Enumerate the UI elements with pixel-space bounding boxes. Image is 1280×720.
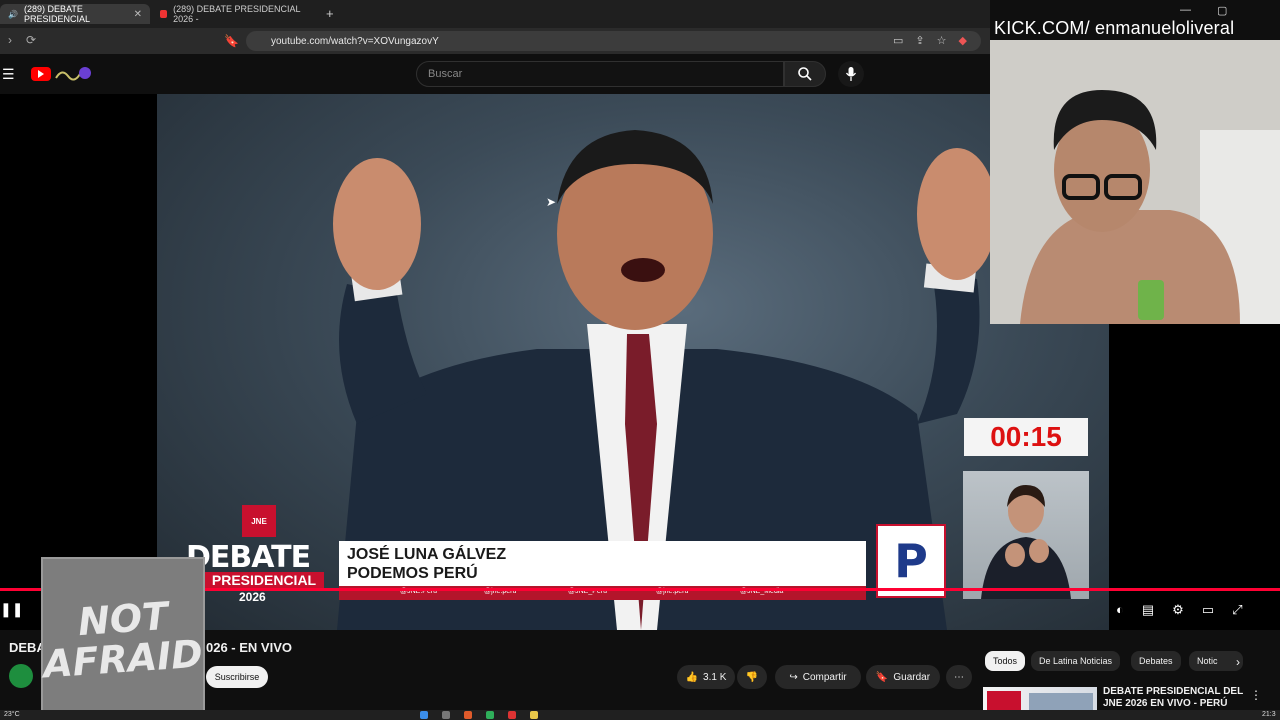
jne-logo: JNE — [242, 505, 276, 537]
share-icon[interactable]: ⇪ — [915, 34, 924, 47]
chip-noticias[interactable]: Notic — [1189, 651, 1243, 671]
sticker-line-2: AFRAID — [41, 630, 205, 687]
app-icon[interactable] — [486, 711, 494, 719]
player-controls-right: ◐ ▤ ⚙ ▭ ⤢ — [1116, 602, 1243, 618]
speaker-icon: 🔊 — [8, 9, 18, 19]
interpreter-figure — [981, 485, 1071, 599]
suggested-video-title[interactable]: DEBATE PRESIDENCIAL DEL JNE 2026 EN VIVO… — [1103, 686, 1253, 710]
party-logo: P — [876, 524, 946, 598]
window-controls: — ▢ — [1180, 4, 1227, 17]
kick-channel-label: KICK.COM/ enmanueloliveral — [994, 18, 1235, 38]
weather-widget[interactable]: 23°C — [4, 711, 20, 718]
chip-latina-noticias[interactable]: De Latina Noticias — [1031, 651, 1121, 671]
save-button[interactable]: 🔖 Guardar — [866, 665, 940, 689]
maximize-icon[interactable]: ▢ — [1217, 4, 1227, 17]
thumbs-up-icon: 👍 — [685, 671, 699, 683]
streamer-webcam — [990, 40, 1280, 324]
share-label: Compartir — [802, 671, 847, 683]
pause-button[interactable]: ❚❚ — [0, 601, 23, 618]
settings-gear-icon[interactable]: ⚙ — [1172, 602, 1184, 618]
channel-avatar[interactable] — [9, 664, 33, 688]
video-title-end: 026 - EN VIVO — [206, 640, 292, 655]
bookmark-icon[interactable]: 🔖 — [224, 34, 239, 48]
subscribe-button[interactable]: Suscribirse — [206, 666, 268, 688]
debate-timer: 00:15 — [964, 418, 1088, 456]
share-arrow-icon: ↪ — [789, 671, 798, 683]
mouse-cursor-icon: ➤ — [546, 195, 557, 209]
save-label: Guardar — [893, 671, 931, 683]
taskbar-apps — [420, 711, 538, 719]
voice-search-button[interactable] — [838, 61, 864, 87]
not-afraid-sticker: NOT AFRAID — [41, 557, 205, 720]
youtube-favicon-icon — [160, 10, 168, 18]
share-button[interactable]: ↪ Compartir — [775, 665, 861, 689]
star-icon[interactable]: ☆ — [937, 34, 947, 47]
subtitles-icon[interactable]: ▤ — [1142, 602, 1154, 618]
search-input[interactable]: Buscar — [416, 61, 784, 87]
search-placeholder: Buscar — [428, 68, 463, 80]
more-vertical-icon[interactable]: ⋮ — [1250, 688, 1262, 702]
sign-language-interpreter — [963, 471, 1089, 599]
os-taskbar — [0, 710, 1280, 720]
bookmark-icon: 🔖 — [875, 671, 889, 683]
browser-tab[interactable]: (289) DEBATE PRESIDENCIAL 2026 - — [152, 4, 320, 24]
close-tab-icon[interactable]: ✕ — [134, 9, 142, 20]
folder-icon[interactable] — [530, 711, 538, 719]
url-text: youtube.com/watch?v=XOVungazovY — [271, 35, 439, 47]
like-count: 3.1 K — [703, 671, 727, 683]
youtube-doodle-icon[interactable] — [54, 64, 94, 84]
browser-tab-active[interactable]: 🔊 (289) DEBATE PRESIDENCIAL ✕ — [0, 4, 150, 24]
windows-start-icon[interactable] — [420, 711, 428, 719]
party-logo-letter: P — [894, 534, 928, 588]
autoplay-toggle-icon[interactable]: ◐ — [1116, 602, 1124, 618]
chip-todos[interactable]: Todos — [985, 651, 1026, 671]
url-field[interactable]: youtube.com/watch?v=XOVungazovY — [246, 31, 981, 51]
candidate-name: JOSÉ LUNA GÁLVEZ — [347, 546, 507, 563]
dislike-button[interactable]: 👎 — [737, 665, 767, 689]
tab-label: (289) DEBATE PRESIDENCIAL — [23, 4, 90, 24]
menu-icon[interactable]: ☰ — [2, 66, 15, 83]
program-logo-subtitle: PRESIDENCIAL — [204, 572, 324, 589]
new-tab-button[interactable]: + — [326, 6, 334, 21]
tab-label: (289) DEBATE PRESIDENCIAL 2026 - — [173, 4, 301, 24]
more-icon: ⋯ — [954, 671, 964, 683]
theater-mode-icon[interactable]: ▭ — [1202, 602, 1214, 618]
cast-icon[interactable]: ▭ — [893, 34, 903, 47]
microphone-icon — [845, 67, 857, 81]
app-icon[interactable] — [464, 711, 472, 719]
url-toolbar-icons: ▭ ⇪ ☆ ◆ — [893, 34, 967, 47]
program-logo-year: 2026 — [239, 590, 266, 604]
search-icon — [798, 67, 812, 81]
app-icon[interactable] — [508, 711, 516, 719]
streamer-figure — [990, 40, 1280, 324]
fullscreen-icon[interactable]: ⤢ — [1232, 602, 1242, 618]
minimize-icon[interactable]: — — [1180, 4, 1191, 17]
more-actions-button[interactable]: ⋯ — [946, 665, 972, 689]
search-button[interactable] — [784, 61, 826, 87]
search-taskbar-icon[interactable] — [442, 711, 450, 719]
thumbs-down-icon: 👎 — [745, 671, 759, 683]
reload-icon[interactable]: ⟳ — [26, 33, 36, 47]
candidate-party: PODEMOS PERÚ — [347, 565, 478, 582]
forward-icon[interactable]: › — [8, 33, 12, 47]
chip-debates[interactable]: Debates — [1131, 651, 1181, 671]
extension-icon[interactable]: ◆ — [959, 34, 967, 47]
chevron-right-icon[interactable]: › — [1236, 655, 1240, 669]
like-button[interactable]: 👍 3.1 K — [677, 665, 735, 689]
system-clock: 21:3 — [1262, 711, 1276, 718]
navigation-controls: › ⟳ — [8, 33, 36, 47]
youtube-logo-icon[interactable] — [31, 67, 51, 81]
